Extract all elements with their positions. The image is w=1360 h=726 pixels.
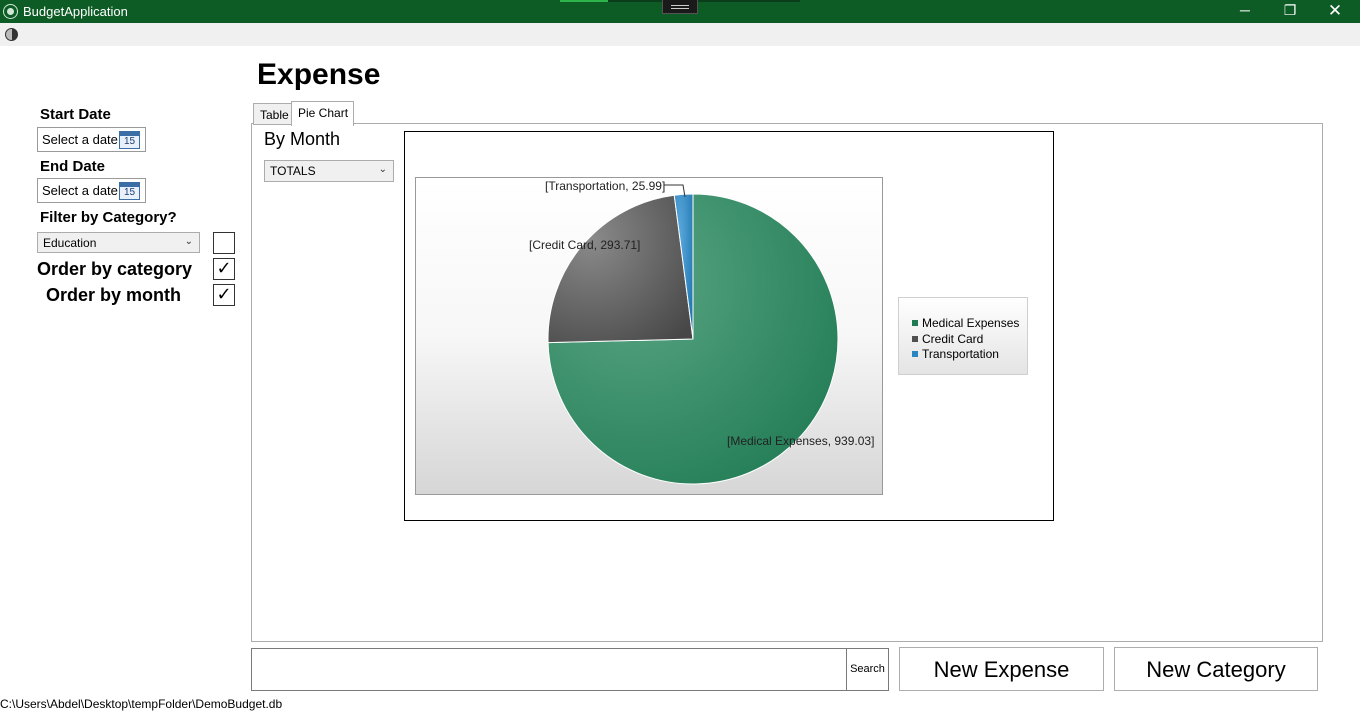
filter-category-checkbox[interactable]: [213, 232, 235, 254]
app-icon: [3, 4, 18, 19]
page-title: Expense: [257, 58, 381, 91]
title-bar: BudgetApplication ─ ❐ ✕: [0, 0, 1360, 23]
legend-label: Medical Expenses: [922, 316, 1020, 330]
new-category-button[interactable]: New Category: [1114, 647, 1318, 691]
legend-label: Transportation: [922, 347, 999, 361]
maximize-button[interactable]: ❐: [1267, 0, 1313, 23]
order-by-category-label: Order by category: [37, 259, 193, 279]
tab-table[interactable]: Table: [253, 103, 292, 125]
pie-chart: [Medical Expenses, 939.03] [Credit Card, …: [529, 179, 874, 485]
db-path-status: C:\Users\Abdel\Desktop\tempFolder\DemoBu…: [0, 697, 283, 711]
search-input[interactable]: [251, 648, 847, 691]
legend-swatch: [912, 351, 918, 357]
titlebar-strip: [608, 0, 800, 2]
end-date-label: End Date: [40, 158, 106, 175]
chart-legend: Medical Expenses Credit Card Transportat…: [898, 297, 1028, 375]
legend-item: Medical Expenses: [912, 316, 1027, 332]
pie-data-label-medical-expenses: [Medical Expenses, 939.03]: [727, 434, 874, 448]
pie-data-label-credit-card: [Credit Card, 293.71]: [529, 238, 640, 252]
close-button[interactable]: ✕: [1312, 0, 1358, 23]
month-select[interactable]: TOTALS ⌄: [264, 160, 394, 182]
month-select-value: TOTALS: [270, 164, 316, 178]
grouping-label: By Month: [264, 129, 341, 149]
drag-handle[interactable]: [662, 0, 698, 14]
order-by-category-checkbox[interactable]: ✓: [213, 258, 235, 280]
toolbar: [0, 23, 1360, 46]
titlebar-accent: [560, 0, 608, 2]
legend-item: Credit Card: [912, 332, 1027, 348]
order-by-month-checkbox[interactable]: ✓: [213, 284, 235, 306]
legend-swatch: [912, 320, 918, 326]
tab-pie-chart[interactable]: Pie Chart: [291, 101, 354, 126]
legend-swatch: [912, 335, 918, 342]
pie-slice-credit-card: [547, 194, 694, 344]
new-expense-button[interactable]: New Expense: [899, 647, 1104, 691]
category-select[interactable]: Education ⌄: [37, 232, 200, 253]
minimize-button[interactable]: ─: [1222, 0, 1268, 23]
chevron-down-icon: ⌄: [184, 236, 193, 247]
search-button[interactable]: Search: [846, 648, 889, 691]
filter-category-label: Filter by Category?: [40, 209, 177, 226]
end-date-picker[interactable]: Select a date 15: [37, 178, 146, 203]
start-date-placeholder: Select a date: [42, 132, 118, 147]
calendar-icon[interactable]: 15: [119, 131, 140, 149]
checkmark-icon: ✓: [216, 258, 232, 278]
checkmark-icon: ✓: [216, 284, 232, 304]
chevron-down-icon: ⌄: [378, 164, 387, 175]
legend-label: Credit Card: [922, 331, 984, 346]
end-date-placeholder: Select a date: [42, 183, 118, 198]
window-title: BudgetApplication: [23, 4, 128, 19]
calendar-icon[interactable]: 15: [119, 182, 140, 200]
order-by-month-label: Order by month: [46, 285, 182, 305]
start-date-label: Start Date: [40, 106, 111, 123]
category-select-value: Education: [43, 236, 97, 250]
legend-item: Transportation: [912, 347, 1027, 363]
pie-data-label-transportation: [Transportation, 25.99]: [545, 179, 665, 193]
theme-toggle-icon[interactable]: [5, 28, 18, 41]
start-date-picker[interactable]: Select a date 15: [37, 127, 146, 152]
